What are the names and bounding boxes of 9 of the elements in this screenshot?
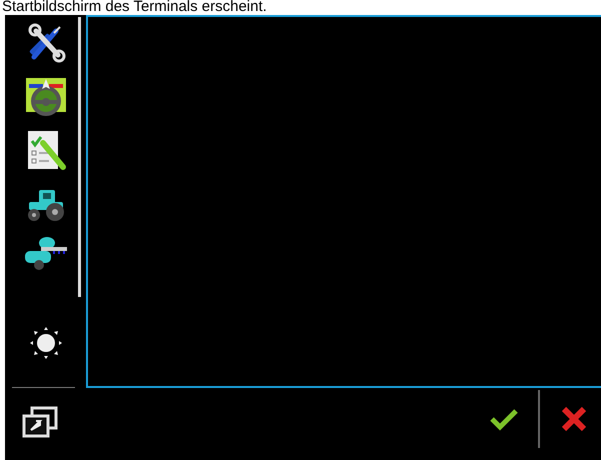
steering-wheel-icon[interactable] (24, 76, 66, 116)
tools-icon[interactable] (26, 23, 66, 63)
close-icon (560, 405, 588, 433)
checkmark-icon (489, 407, 519, 431)
brightness-icon[interactable] (28, 326, 62, 360)
scrollbar[interactable] (78, 17, 81, 297)
window-switch-icon[interactable] (22, 406, 58, 438)
caption: Startbildschirm des Terminals erscheint. (1, 0, 268, 15)
sprayer-icon[interactable] (22, 235, 68, 271)
